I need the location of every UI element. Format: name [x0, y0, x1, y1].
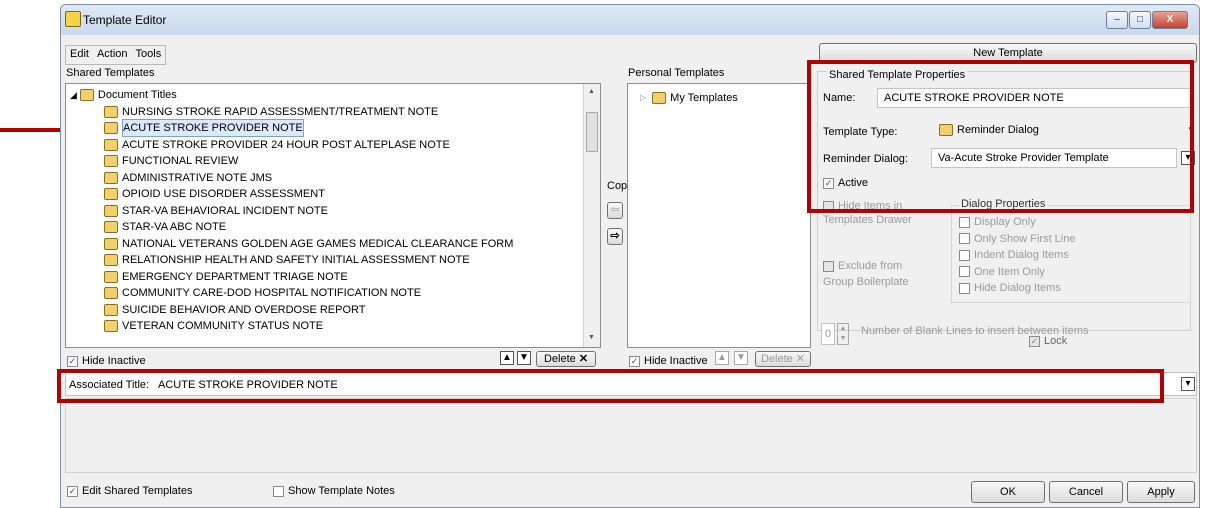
- tree-root-document-titles[interactable]: ◢ Document Titles: [70, 87, 580, 104]
- shared-hide-inactive[interactable]: ✓ Hide Inactive: [67, 355, 146, 367]
- personal-templates-tree[interactable]: ▷ My Templates: [627, 83, 811, 348]
- copy-left-arrow-button[interactable]: ⇦: [607, 202, 623, 219]
- template-icon: [104, 105, 118, 118]
- shared-tree-scrollbar[interactable]: ▲ ▼: [583, 84, 600, 347]
- tree-item[interactable]: COMMUNITY CARE-DOD HOSPITAL NOTIFICATION…: [104, 285, 580, 302]
- personal-move-down-arrow-icon[interactable]: ▼: [734, 351, 748, 365]
- personal-move-up-arrow-icon[interactable]: ▲: [715, 351, 729, 365]
- tree-item[interactable]: NURSING STROKE RAPID ASSESSMENT/TREATMEN…: [104, 104, 580, 121]
- display-only-checkbox[interactable]: Display Only: [959, 214, 1075, 231]
- menu-edit[interactable]: Edit: [66, 47, 93, 61]
- maximize-button[interactable]: □: [1129, 11, 1151, 29]
- tree-item[interactable]: RELATIONSHIP HEALTH AND SAFETY INITIAL A…: [104, 252, 580, 269]
- folder-icon: [79, 89, 94, 102]
- template-icon: [104, 221, 118, 234]
- tree-item[interactable]: ADMINISTRATIVE NOTE JMS: [104, 170, 580, 187]
- associated-dropdown-icon[interactable]: ▾: [1181, 377, 1195, 391]
- scroll-down-icon[interactable]: ▼: [588, 334, 595, 341]
- checkbox-checked[interactable]: ✓: [67, 485, 78, 497]
- tree-item[interactable]: VETERAN COMMUNITY STATUS NOTE: [104, 318, 580, 335]
- window-title: Template Editor: [83, 13, 167, 27]
- template-icon: [104, 204, 118, 217]
- personal-hide-inactive[interactable]: ✓ Hide Inactive: [629, 355, 708, 367]
- tree-item[interactable]: EMERGENCY DEPARTMENT TRIAGE NOTE: [104, 269, 580, 286]
- template-notes-area[interactable]: [65, 398, 1197, 473]
- template-icon: [104, 254, 118, 267]
- first-line-checkbox[interactable]: Only Show First Line: [959, 231, 1075, 248]
- shared-tree-content: ◢ Document Titles NURSING STROKE RAPID AS…: [70, 87, 580, 335]
- template-icon: [104, 138, 118, 151]
- template-icon: [104, 171, 118, 184]
- checkbox-checked[interactable]: ✓: [67, 355, 78, 367]
- shared-delete-button[interactable]: Delete ✕: [536, 351, 596, 367]
- template-icon: [104, 270, 118, 283]
- template-icon: [104, 237, 118, 250]
- menu-tools[interactable]: Tools: [132, 47, 166, 61]
- personal-delete-button[interactable]: Delete ✕: [755, 351, 811, 367]
- scroll-thumb[interactable]: [586, 112, 598, 152]
- move-up-arrow-icon[interactable]: ▲: [500, 351, 514, 365]
- dialog-properties-list: Display Only Only Show First Line Indent…: [959, 214, 1075, 297]
- blank-lines-input[interactable]: 0: [821, 323, 835, 345]
- tree-item-selected[interactable]: ACUTE STROKE PROVIDER NOTE: [104, 119, 580, 138]
- template-icon: [104, 303, 118, 316]
- properties-highlight-box: [807, 60, 1194, 213]
- scroll-up-icon[interactable]: ▲: [588, 88, 595, 95]
- checkbox-checked[interactable]: ✓: [629, 355, 640, 367]
- show-notes-checkbox[interactable]: Show Template Notes: [273, 485, 395, 497]
- tree-item[interactable]: FUNCTIONAL REVIEW: [104, 153, 580, 170]
- cancel-button[interactable]: Cancel: [1049, 481, 1123, 503]
- tree-item[interactable]: SUICIDE BEHAVIOR AND OVERDOSE REPORT: [104, 302, 580, 319]
- menu-action[interactable]: Action: [93, 47, 132, 61]
- delete-x-icon: ✕: [578, 353, 589, 365]
- tree-item[interactable]: NATIONAL VETERANS GOLDEN AGE GAMES MEDIC…: [104, 236, 580, 253]
- edit-shared-checkbox[interactable]: ✓ Edit Shared Templates: [67, 485, 192, 497]
- close-button[interactable]: X: [1152, 11, 1188, 29]
- ok-button[interactable]: OK: [971, 481, 1045, 503]
- tree-item[interactable]: ACUTE STROKE PROVIDER 24 HOUR POST ALTEP…: [104, 137, 580, 154]
- template-icon: [104, 155, 118, 168]
- checkbox-disabled[interactable]: [823, 260, 834, 272]
- template-icon: [104, 287, 118, 300]
- tree-item[interactable]: STAR-VA ABC NOTE: [104, 219, 580, 236]
- associated-title-highlight-box: [57, 369, 1164, 403]
- personal-templates-heading: Personal Templates: [628, 67, 725, 79]
- collapse-arrow-icon[interactable]: ◢: [70, 87, 77, 103]
- apply-button[interactable]: Apply: [1127, 481, 1195, 503]
- template-icon: [104, 188, 118, 201]
- blank-lines-spinner[interactable]: ▲ ▼: [837, 323, 849, 345]
- indent-items-checkbox[interactable]: Indent Dialog Items: [959, 247, 1075, 264]
- shared-templates-tree[interactable]: ◢ Document Titles NURSING STROKE RAPID AS…: [65, 83, 601, 348]
- template-icon: [104, 320, 118, 333]
- shared-templates-heading: Shared Templates: [66, 67, 155, 79]
- folder-icon: [652, 92, 667, 105]
- tree-root-my-templates[interactable]: ▷ My Templates: [640, 90, 738, 107]
- template-editor-icon: [65, 11, 81, 27]
- tree-item[interactable]: STAR-VA BEHAVIORAL INCIDENT NOTE: [104, 203, 580, 220]
- one-item-checkbox[interactable]: One Item Only: [959, 264, 1075, 281]
- lock-checkbox[interactable]: ✓ Lock: [1029, 335, 1067, 347]
- tree-item[interactable]: OPIOID USE DISORDER ASSESSMENT: [104, 186, 580, 203]
- exclude-boilerplate-checkbox[interactable]: Exclude from Group Boilerplate: [823, 258, 913, 290]
- menu-bar: Edit Action Tools: [65, 45, 167, 65]
- expand-arrow-icon[interactable]: ▷: [640, 90, 646, 106]
- checkbox-unchecked[interactable]: [273, 485, 284, 497]
- template-icon: [104, 122, 118, 135]
- minimize-button[interactable]: –: [1106, 11, 1128, 29]
- hide-dialog-items-checkbox[interactable]: Hide Dialog Items: [959, 280, 1075, 297]
- title-bar: Template Editor – □ X: [61, 5, 1199, 35]
- copy-right-arrow-button[interactable]: ⇨: [607, 228, 623, 245]
- move-down-arrow-icon[interactable]: ▼: [517, 351, 531, 365]
